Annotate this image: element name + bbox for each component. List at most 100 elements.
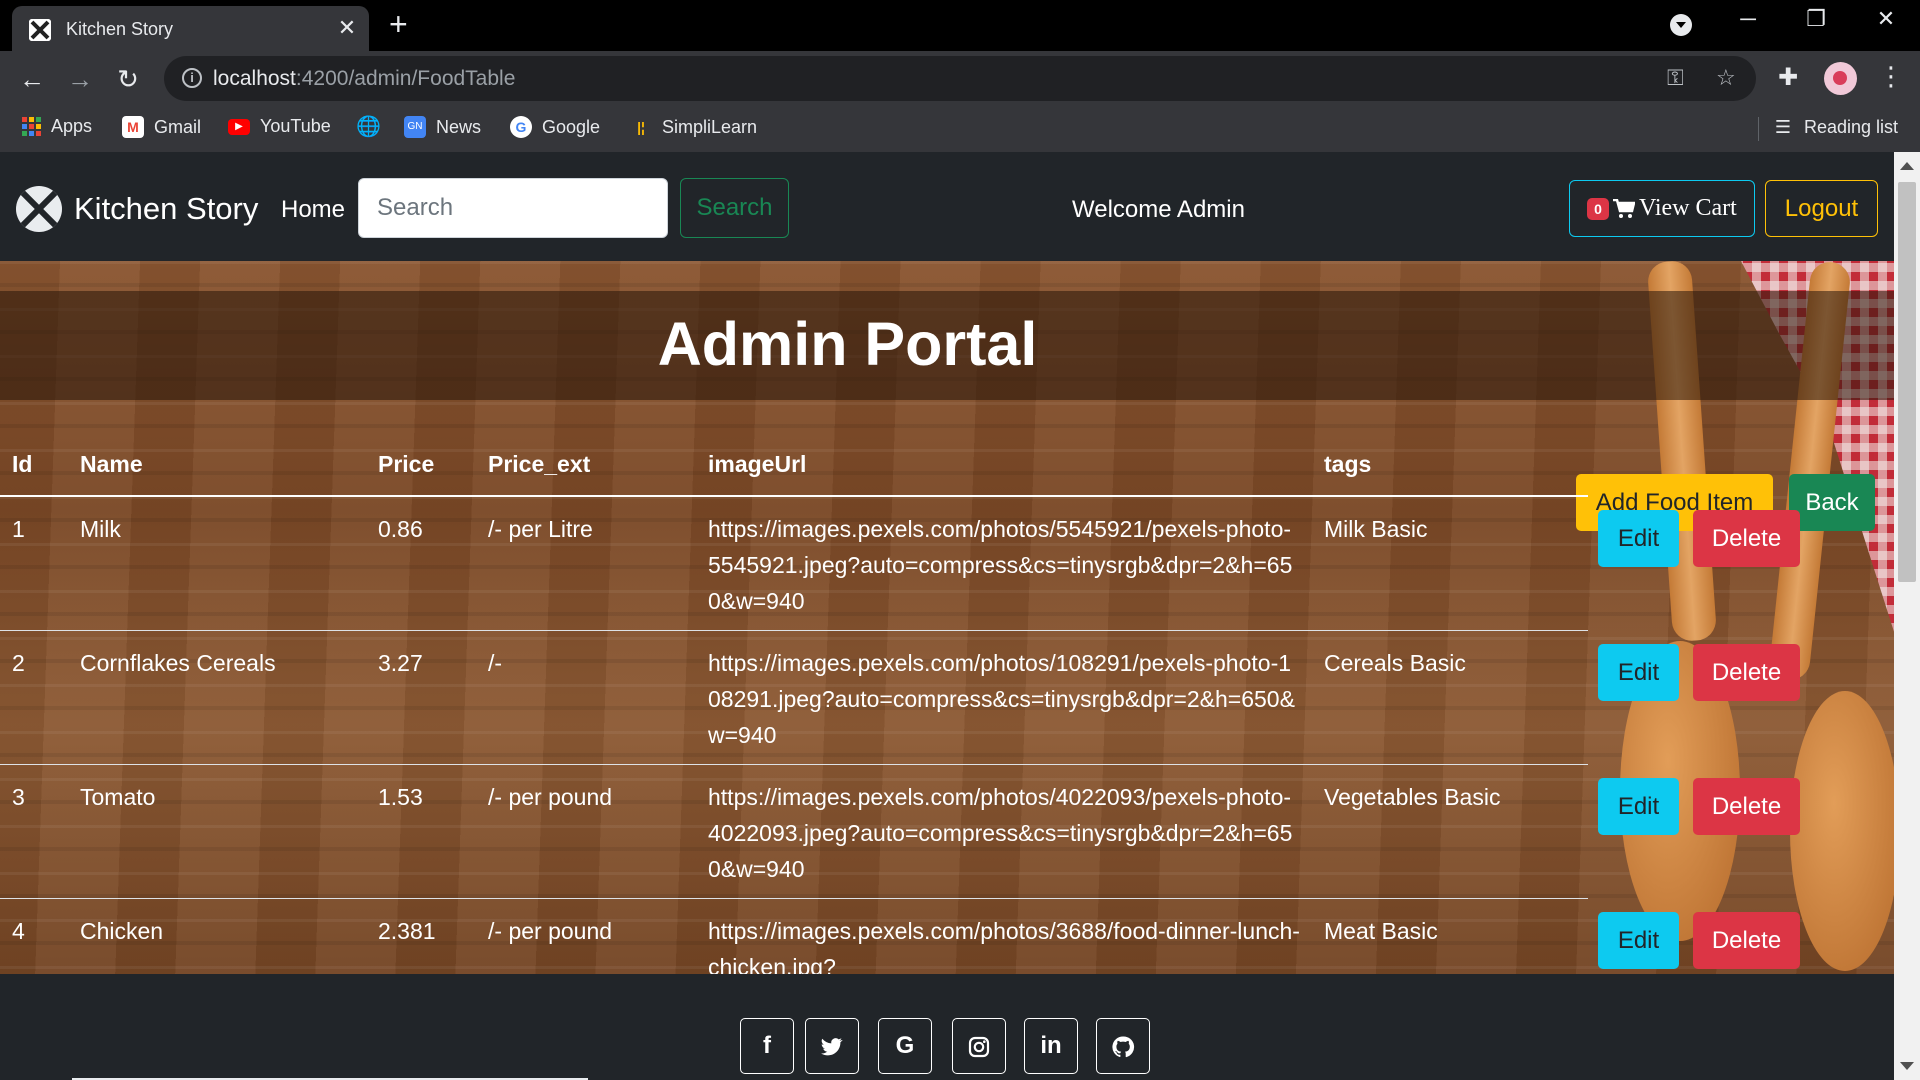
extensions-puzzle-icon[interactable]: ✚ — [1778, 63, 1798, 92]
edit-button[interactable]: Edit — [1598, 912, 1679, 969]
bookmark-simplilearn[interactable]: |¦ SimpliLearn — [630, 116, 757, 138]
cell-image-url: https://images.pexels.com/photos/4022093… — [696, 764, 1312, 899]
browser-menu-icon[interactable]: ⋮ — [1878, 61, 1904, 91]
delete-button[interactable]: Delete — [1693, 510, 1800, 567]
bookmark-apps[interactable]: Apps — [22, 116, 92, 137]
scroll-down-arrow-icon[interactable] — [1900, 1062, 1914, 1070]
cell-name: Tomato — [68, 764, 366, 899]
food-table: Id Name Price Price_ext imageUrl tags 1 … — [0, 434, 1588, 974]
cell-price: 1.53 — [366, 764, 476, 899]
bookmark-news[interactable]: GN News — [404, 116, 481, 138]
cell-id: 4 — [0, 898, 68, 974]
edit-button[interactable]: Edit — [1598, 510, 1679, 567]
cell-image-url: https://images.pexels.com/photos/5545921… — [696, 496, 1312, 631]
edit-button[interactable]: Edit — [1598, 778, 1679, 835]
minimize-icon[interactable]: ─ — [1728, 6, 1768, 32]
header-price: Price — [366, 434, 476, 497]
cell-price-ext: /- per pound — [476, 764, 696, 899]
cell-price-ext: /- per Litre — [476, 496, 696, 631]
cart-count-badge: 0 — [1587, 197, 1609, 220]
instagram-icon[interactable] — [952, 1018, 1006, 1074]
table-row: 1 Milk 0.86 /- per Litre https://images.… — [0, 496, 1588, 631]
cell-image-url: https://images.pexels.com/photos/108291/… — [696, 630, 1312, 765]
search-button[interactable]: Search — [680, 178, 789, 238]
table-row: 4 Chicken 2.381 /- per pound https://ima… — [0, 898, 1588, 974]
key-icon[interactable]: ⚿ — [1667, 65, 1684, 91]
linkedin-icon[interactable]: in — [1024, 1018, 1078, 1074]
table-header-row: Id Name Price Price_ext imageUrl tags — [0, 434, 1588, 497]
title-band: Admin Portal — [0, 291, 1894, 400]
browser-tab[interactable]: Kitchen Story ✕ — [12, 6, 369, 51]
spoon-decoration-2 — [1790, 691, 1894, 971]
cell-price: 2.381 — [366, 898, 476, 974]
edit-button[interactable]: Edit — [1598, 644, 1679, 701]
reload-icon[interactable]: ↻ — [110, 61, 146, 97]
kitchen-story-logo-icon — [16, 186, 62, 232]
cell-image-url: https://images.pexels.com/photos/3688/fo… — [696, 898, 1312, 974]
profile-avatar[interactable] — [1824, 62, 1857, 95]
cell-id: 1 — [0, 496, 68, 631]
bookmark-youtube[interactable]: ▶ YouTube — [228, 116, 331, 137]
cell-tags: Vegetables Basic — [1312, 764, 1588, 899]
table-row: 2 Cornflakes Cereals 3.27 /- https://ima… — [0, 630, 1588, 765]
reading-list-button[interactable]: ☰ Reading list — [1772, 116, 1898, 138]
twitter-icon[interactable] — [805, 1018, 859, 1074]
delete-button[interactable]: Delete — [1693, 778, 1800, 835]
cell-tags: Milk Basic — [1312, 496, 1588, 631]
apps-grid-icon — [22, 117, 41, 136]
close-window-icon[interactable]: ✕ — [1866, 6, 1906, 32]
cart-icon — [1612, 198, 1635, 218]
cell-price: 3.27 — [366, 630, 476, 765]
site-info-icon[interactable]: i — [182, 68, 202, 88]
google-icon: G — [510, 116, 532, 138]
cell-tags: Meat Basic — [1312, 898, 1588, 974]
site-footer: f G in — [0, 974, 1894, 1080]
header-id: Id — [0, 434, 68, 497]
cell-id: 3 — [0, 764, 68, 899]
admin-portal-section: Admin Portal Add Food Item Back Id Name … — [0, 261, 1894, 974]
scrollbar-thumb[interactable] — [1898, 182, 1916, 582]
header-name: Name — [68, 434, 366, 497]
page-scrollbar[interactable] — [1894, 152, 1920, 1080]
cell-price-ext: /- — [476, 630, 696, 765]
url-text[interactable]: localhost:4200/admin/FoodTable — [213, 67, 515, 91]
reading-list-icon: ☰ — [1774, 117, 1792, 137]
google-icon[interactable]: G — [878, 1018, 932, 1074]
new-tab-icon[interactable]: + — [389, 8, 408, 40]
forward-arrow-icon[interactable]: → — [62, 61, 98, 97]
delete-button[interactable]: Delete — [1693, 644, 1800, 701]
welcome-text: Welcome Admin — [1072, 196, 1245, 223]
bookmarks-bar: Apps M Gmail ▶ YouTube 🌐 GN News G Googl… — [0, 106, 1920, 152]
cell-id: 2 — [0, 630, 68, 765]
tab-search-icon[interactable] — [1670, 14, 1692, 36]
bookmark-google[interactable]: G Google — [510, 116, 600, 138]
news-icon: GN — [404, 116, 426, 138]
facebook-icon[interactable]: f — [740, 1018, 794, 1074]
brand[interactable]: Kitchen Story — [16, 186, 258, 232]
github-icon[interactable] — [1096, 1018, 1150, 1074]
youtube-icon: ▶ — [228, 118, 250, 135]
address-bar[interactable]: i localhost:4200/admin/FoodTable ⚿ ☆ — [164, 56, 1756, 101]
header-tags: tags — [1312, 434, 1588, 497]
gmail-icon: M — [122, 116, 144, 138]
nav-home-link[interactable]: Home — [281, 196, 345, 224]
back-button[interactable]: Back — [1789, 474, 1875, 531]
cell-price-ext: /- per pound — [476, 898, 696, 974]
view-cart-button[interactable]: 0 View Cart — [1569, 180, 1755, 237]
page-title: Admin Portal — [657, 310, 1038, 378]
search-input[interactable] — [358, 178, 668, 238]
cell-price: 0.86 — [366, 496, 476, 631]
bookmark-star-icon[interactable]: ☆ — [1716, 65, 1736, 91]
logout-button[interactable]: Logout — [1765, 180, 1878, 237]
delete-button[interactable]: Delete — [1693, 912, 1800, 969]
page-viewport: Kitchen Story Home Search Welcome Admin … — [0, 152, 1894, 1080]
restore-icon[interactable]: ❐ — [1796, 6, 1836, 32]
brand-name: Kitchen Story — [74, 191, 259, 226]
cell-tags: Cereals Basic — [1312, 630, 1588, 765]
bookmark-gmail[interactable]: M Gmail — [122, 116, 201, 138]
tab-title: Kitchen Story — [66, 19, 174, 39]
close-tab-icon[interactable]: ✕ — [334, 15, 360, 41]
bookmark-globe[interactable]: 🌐 — [356, 116, 381, 138]
back-arrow-icon[interactable]: ← — [14, 61, 50, 97]
scroll-up-arrow-icon[interactable] — [1900, 162, 1914, 170]
